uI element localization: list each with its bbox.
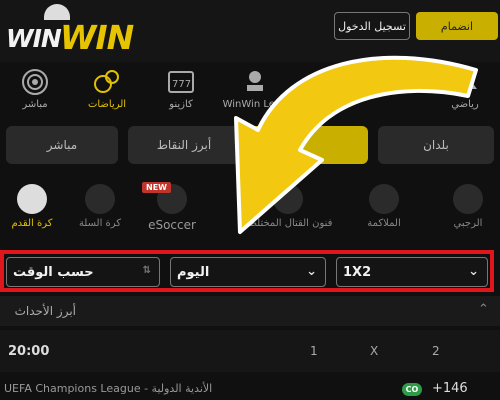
main-nav: مباشر الرياضات 777 كازينو WinWin Leag ez… bbox=[0, 62, 500, 120]
sport-basketball[interactable]: كرة السلة bbox=[68, 184, 132, 229]
nav-label: مباشر bbox=[22, 99, 48, 110]
new-badge: NEW bbox=[142, 182, 171, 193]
new-label-icon bbox=[321, 68, 349, 96]
rugby-ball-icon bbox=[453, 184, 483, 214]
market-select-value: 1X2 bbox=[343, 264, 372, 280]
sport-label: الرجبي bbox=[453, 218, 483, 229]
odds-header-1: 1 bbox=[310, 344, 318, 358]
mma-gloves-icon bbox=[273, 184, 303, 214]
day-select[interactable]: اليوم ⌄ bbox=[170, 257, 326, 287]
league-name: UEFA Champions League - الأندية الدولية bbox=[4, 382, 213, 395]
nav-item-winwin-league[interactable]: WinWin Leag bbox=[220, 68, 290, 118]
sports-filter-row: كرة القدم كرة السلة eSoccer فنون القتال … bbox=[0, 178, 500, 238]
section-title: أبرز الأحداث bbox=[14, 304, 76, 318]
top-events-header[interactable]: أبرز الأحداث ⌃ bbox=[0, 296, 500, 326]
virtual-sports-icon bbox=[451, 68, 479, 96]
nav-label: كازينو bbox=[169, 99, 193, 110]
sort-arrows-icon: ⇅ bbox=[142, 265, 151, 276]
sport-football[interactable]: كرة القدم bbox=[0, 184, 64, 229]
login-button[interactable]: تسجيل الدخول bbox=[334, 12, 410, 40]
nav-item-virtual[interactable]: رياضي bbox=[430, 68, 500, 118]
chevron-down-icon: ⌄ bbox=[468, 264, 479, 279]
sport-label: كرة القدم bbox=[11, 218, 53, 229]
app-header: WIN WIN تسجيل الدخول انضمام bbox=[0, 0, 500, 62]
basketball-icon bbox=[85, 184, 115, 214]
nav-item-live[interactable]: مباشر bbox=[0, 68, 70, 118]
sport-label: الملاكمة bbox=[367, 218, 401, 229]
nav-label: الرياضات bbox=[87, 99, 127, 110]
live-broadcast-icon bbox=[21, 68, 49, 96]
market-select[interactable]: 1X2 ⌄ bbox=[336, 257, 488, 287]
nav-item-sports[interactable]: الرياضات bbox=[72, 68, 142, 118]
chevron-up-icon: ⌃ bbox=[478, 302, 489, 317]
boxing-glove-icon bbox=[369, 184, 399, 214]
tab-active-highlight[interactable] bbox=[250, 126, 368, 164]
sport-rugby[interactable]: الرجبي bbox=[436, 184, 500, 229]
sports-balls-icon bbox=[93, 68, 121, 96]
nav-item-ezwin[interactable]: ezWin bbox=[300, 68, 370, 118]
sport-label: كرة السلة bbox=[78, 218, 122, 229]
odds-header-row: 20:00 1 X 2 bbox=[0, 330, 500, 372]
svg-text:777: 777 bbox=[172, 79, 191, 90]
day-select-value: اليوم bbox=[177, 264, 210, 280]
more-markets-link[interactable]: +146 bbox=[432, 381, 468, 396]
sport-boxing[interactable]: الملاكمة bbox=[352, 184, 416, 229]
nav-item-casino[interactable]: 777 كازينو bbox=[146, 68, 216, 118]
odds-header-2: 2 bbox=[432, 344, 440, 358]
football-icon bbox=[17, 184, 47, 214]
event-time: 20:00 bbox=[8, 344, 50, 359]
winwin-league-icon bbox=[241, 68, 269, 96]
odds-header-x: X bbox=[370, 344, 379, 358]
tab-top-points[interactable]: أبرز النقاط bbox=[128, 126, 240, 164]
slot-machine-icon: 777 bbox=[167, 68, 195, 96]
logo-text-win: WIN bbox=[6, 24, 62, 53]
sport-mma[interactable]: فنون القتال المختلطة bbox=[238, 184, 338, 229]
nav-label: رياضي bbox=[451, 99, 479, 110]
logo-text-win-accent: WIN bbox=[60, 18, 134, 57]
nav-label: WinWin Leag bbox=[222, 99, 288, 110]
co-badge: CO bbox=[402, 383, 422, 396]
sort-select[interactable]: حسب الوقت ⇅ bbox=[6, 257, 160, 287]
nav-label: ezWin bbox=[319, 99, 351, 110]
tab-countries[interactable]: بلدان bbox=[378, 126, 494, 164]
chevron-down-icon: ⌄ bbox=[306, 264, 317, 279]
sport-label: eSoccer bbox=[148, 218, 196, 232]
sort-select-value: حسب الوقت bbox=[13, 264, 94, 280]
sport-label: فنون القتال المختلطة bbox=[243, 218, 333, 229]
join-button[interactable]: انضمام bbox=[416, 12, 498, 40]
winwin-logo[interactable]: WIN WIN bbox=[4, 4, 134, 57]
tab-live[interactable]: مباشر bbox=[6, 126, 118, 164]
